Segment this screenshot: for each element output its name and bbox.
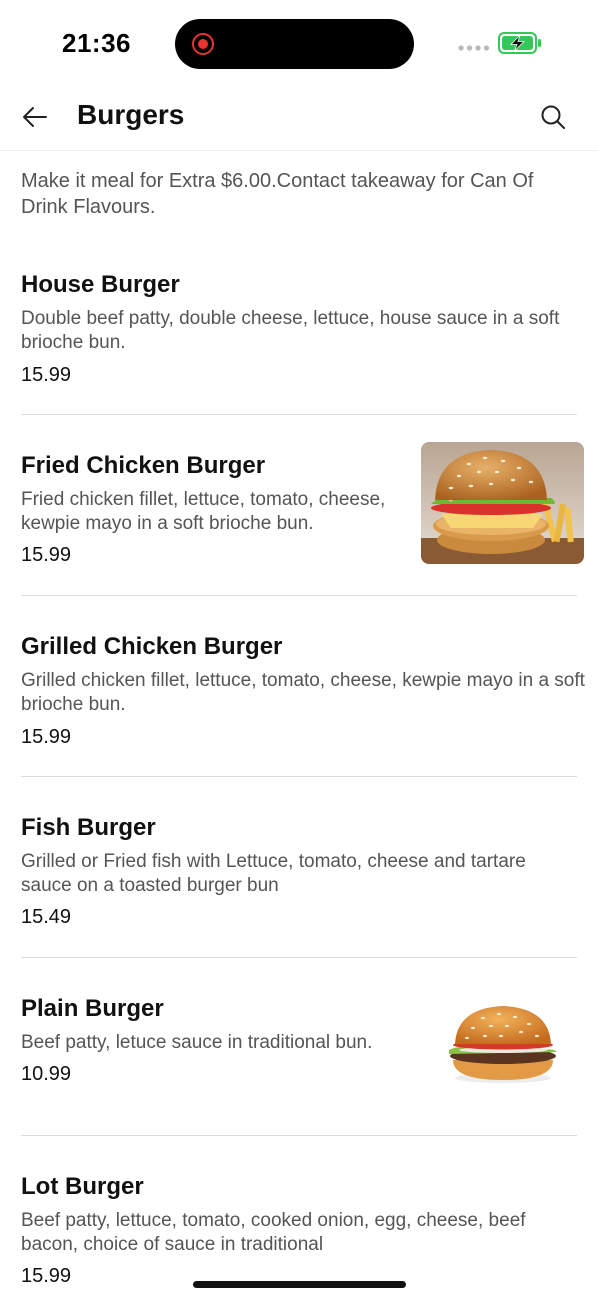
item-name: Fish Burger	[21, 814, 156, 841]
home-indicator[interactable]	[193, 1281, 406, 1288]
item-price: 15.99	[21, 726, 72, 748]
status-bar: 21:36	[0, 0, 598, 88]
plain-burger-photo	[421, 990, 584, 1112]
item-description: Fried chicken fillet, lettuce, tomato, c…	[21, 489, 386, 534]
item-price: 15.99	[21, 364, 72, 386]
record-icon	[192, 33, 214, 55]
item-description: Beef patty, lettuce, tomato, cooked onio…	[21, 1210, 526, 1255]
item-description: Beef patty, letuce sauce in traditional …	[21, 1032, 373, 1053]
menu-item-fish-burger[interactable]: Fish Burger Grilled or Fried fish with L…	[0, 811, 598, 961]
item-name: House Burger	[21, 271, 180, 298]
page-title: Burgers	[77, 99, 185, 130]
item-divider	[21, 957, 577, 958]
item-divider	[21, 595, 577, 596]
item-description: Double beef patty, double cheese, lettuc…	[21, 308, 560, 353]
cellular-signal-icon	[458, 45, 490, 51]
item-divider	[21, 414, 577, 415]
menu-item-grilled-chicken-burger[interactable]: Grilled Chicken Burger Grilled chicken f…	[0, 630, 598, 780]
dynamic-island	[175, 19, 414, 69]
item-price: 15.49	[21, 906, 72, 928]
header-divider	[0, 150, 598, 151]
item-price: 15.99	[21, 1265, 72, 1287]
item-price: 15.99	[21, 544, 72, 566]
item-name: Grilled Chicken Burger	[21, 633, 283, 660]
item-name: Lot Burger	[21, 1173, 144, 1200]
item-divider	[21, 776, 577, 777]
fried-chicken-burger-photo	[421, 442, 584, 564]
category-note: Make it meal for Extra $6.00.Contact tak…	[21, 170, 534, 218]
menu-item-house-burger[interactable]: House Burger Double beef patty, double c…	[0, 268, 598, 418]
item-description: Grilled or Fried fish with Lettuce, toma…	[21, 851, 526, 896]
top-app-bar: Burgers	[0, 88, 598, 148]
battery-charging-icon	[498, 32, 541, 54]
menu-item-fried-chicken-burger[interactable]: Fried Chicken Burger Fried chicken fille…	[0, 440, 598, 600]
item-divider	[21, 1135, 577, 1136]
arrow-left-icon[interactable]	[20, 102, 50, 132]
status-time: 21:36	[62, 28, 131, 58]
menu-item-plain-burger[interactable]: Plain Burger Beef patty, letuce sauce in…	[0, 990, 598, 1142]
item-description: Grilled chicken fillet, lettuce, tomato,…	[21, 670, 585, 715]
item-name: Plain Burger	[21, 995, 164, 1022]
item-price: 10.99	[21, 1063, 72, 1085]
item-name: Fried Chicken Burger	[21, 452, 266, 479]
search-icon[interactable]	[538, 102, 568, 132]
